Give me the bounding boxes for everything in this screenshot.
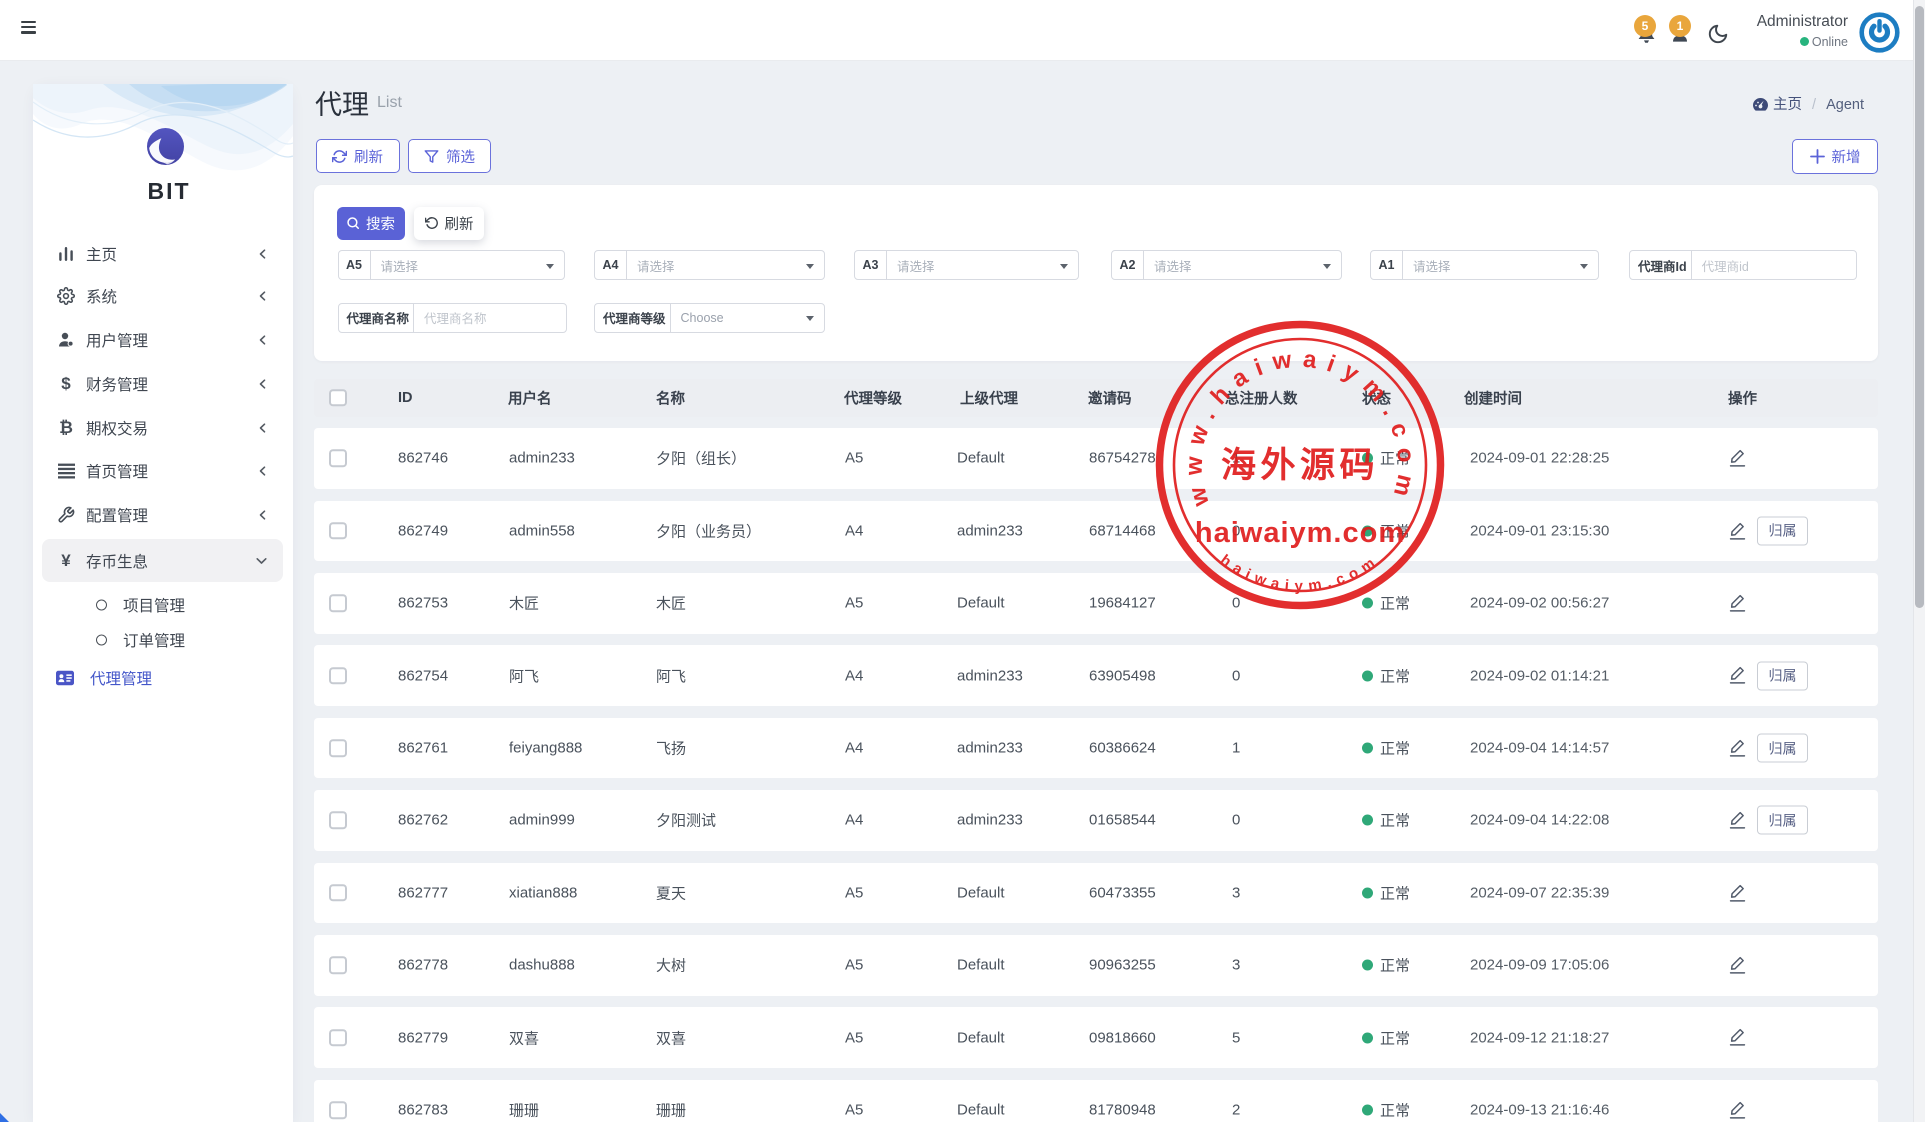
svg-text:海外源码: 海外源码 bbox=[1221, 446, 1379, 485]
svg-text:haiwaiym.com: haiwaiym.com bbox=[1217, 551, 1383, 594]
svg-text:haiwaiym.com: haiwaiym.com bbox=[1195, 517, 1405, 549]
